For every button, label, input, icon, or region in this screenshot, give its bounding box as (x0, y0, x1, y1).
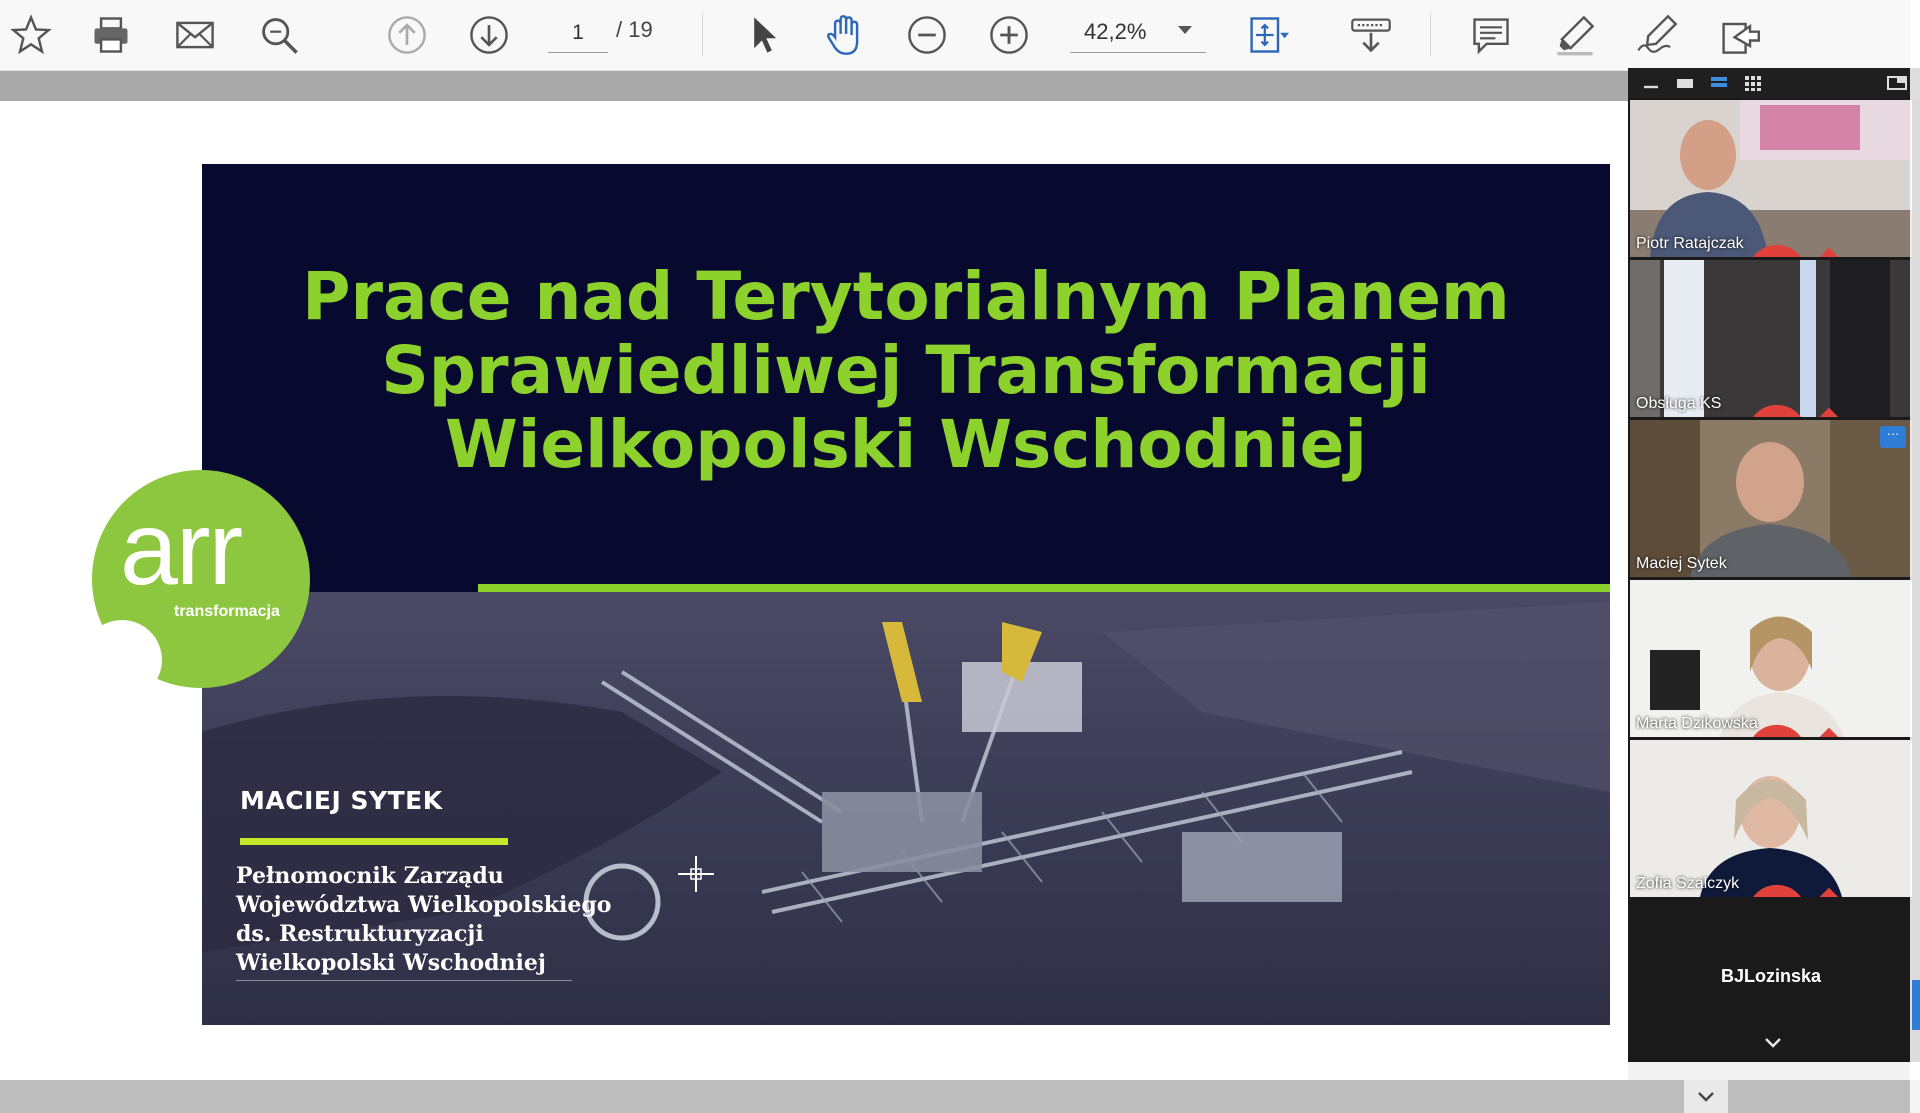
printer-icon[interactable] (84, 8, 138, 62)
arrow-up-circle-icon[interactable] (380, 8, 434, 62)
arr-logo: arr transformacja (82, 470, 310, 700)
slide-title: Prace nad Terytorialnym Planem Sprawiedl… (282, 260, 1530, 482)
document-top-margin (0, 71, 1628, 101)
chevron-down-icon (1698, 1091, 1714, 1102)
grid-view-icon[interactable] (1742, 74, 1764, 92)
presenter-name: MACIEJ SYTEK (240, 786, 443, 815)
participant-tile-active[interactable]: ··· Maciej Sytek (1630, 420, 1912, 577)
mic-muted-icon (1753, 244, 1839, 257)
zoom-select[interactable]: 42,2% (1070, 12, 1206, 53)
presenter-role-line: Województwa Wielkopolskiego (236, 892, 612, 918)
participant-label: Obsługa KS (1636, 395, 1839, 417)
participant-label: Maciej Sytek (1636, 555, 1727, 573)
scroll-down-button[interactable] (1684, 1080, 1728, 1113)
zoom-value: 42,2% (1084, 19, 1147, 44)
minimize-icon[interactable] (1640, 74, 1662, 92)
search-icon[interactable] (252, 8, 306, 62)
window-edge-accent (1912, 980, 1920, 1030)
zoom-out-icon[interactable] (900, 8, 954, 62)
highlighter-icon[interactable] (1548, 8, 1602, 62)
pdf-toolbar: / 19 42,2% (0, 0, 1920, 71)
mic-muted-icon (1753, 884, 1839, 897)
slide-title-line: Wielkopolski Wschodniej (444, 406, 1368, 483)
participant-tile[interactable]: Marta Dzikowska (1630, 580, 1912, 737)
participant-name: Maciej Sytek (1636, 555, 1727, 572)
toolbar-divider (702, 12, 703, 56)
presenter-role: Pełnomocnik Zarządu Województwa Wielkopo… (236, 862, 676, 978)
hand-icon[interactable] (818, 8, 872, 62)
accent-bar (478, 584, 1610, 592)
share-icon[interactable] (1712, 8, 1766, 62)
video-participants-panel: Piotr Ratajczak Obsługa KS ··· Maciej Sy… (1628, 68, 1920, 1062)
zoom-in-icon[interactable] (982, 8, 1036, 62)
strip-view-icon[interactable] (1708, 74, 1730, 92)
fit-page-icon[interactable] (1240, 8, 1294, 62)
participant-name: BJLozinska (1720, 966, 1822, 986)
toolbar-divider (1430, 12, 1431, 56)
mic-muted-icon (1753, 404, 1839, 417)
page-number-input[interactable] (548, 14, 608, 53)
pointer-icon[interactable] (736, 8, 790, 62)
presentation-slide: Prace nad Terytorialnym Planem Sprawiedl… (202, 164, 1610, 1025)
mic-muted-icon (1753, 724, 1839, 737)
participant-label: Zofia Szalczyk (1636, 875, 1839, 897)
presenter-role-line: Wielkopolski Wschodniej (236, 950, 546, 976)
comment-icon[interactable] (1464, 8, 1518, 62)
participant-tile[interactable]: Zofia Szalczyk (1630, 740, 1912, 897)
participant-tile[interactable]: Obsługa KS (1630, 260, 1912, 417)
more-options-button[interactable]: ··· (1880, 426, 1906, 448)
logo-main-text: arr (120, 491, 243, 607)
chevron-down-icon[interactable] (1760, 1034, 1786, 1052)
page-total: / 19 (616, 17, 653, 42)
horizontal-scrollbar[interactable] (0, 1080, 1920, 1113)
scroll-mode-icon[interactable] (1344, 8, 1398, 62)
exit-panel-icon[interactable] (1886, 74, 1908, 92)
mail-icon[interactable] (168, 8, 222, 62)
presenter-role-line: ds. Restrukturyzacji (236, 921, 484, 947)
window-edge (1910, 0, 1920, 1113)
star-icon[interactable] (4, 8, 58, 62)
slide-title-line: Prace nad Terytorialnym Planem (302, 258, 1510, 335)
sign-pen-icon[interactable] (1630, 8, 1684, 62)
presenter-role-line: Pełnomocnik Zarządu (236, 863, 504, 889)
divider (236, 980, 572, 981)
logo-notch (82, 620, 162, 700)
logo-sub-text: transformacja (174, 603, 280, 620)
accent-bar (240, 838, 508, 845)
chevron-down-icon (1178, 26, 1192, 34)
participant-label: Piotr Ratajczak (1636, 235, 1839, 257)
move-cursor-icon (676, 854, 716, 894)
participant-tile[interactable]: Piotr Ratajczak (1630, 100, 1912, 257)
arrow-down-circle-icon[interactable] (462, 8, 516, 62)
participant-label: Marta Dzikowska (1636, 715, 1839, 737)
speaker-view-icon[interactable] (1674, 74, 1696, 92)
video-panel-header (1628, 68, 1920, 98)
slide-title-line: Sprawiedliwej Transformacji (381, 332, 1431, 409)
